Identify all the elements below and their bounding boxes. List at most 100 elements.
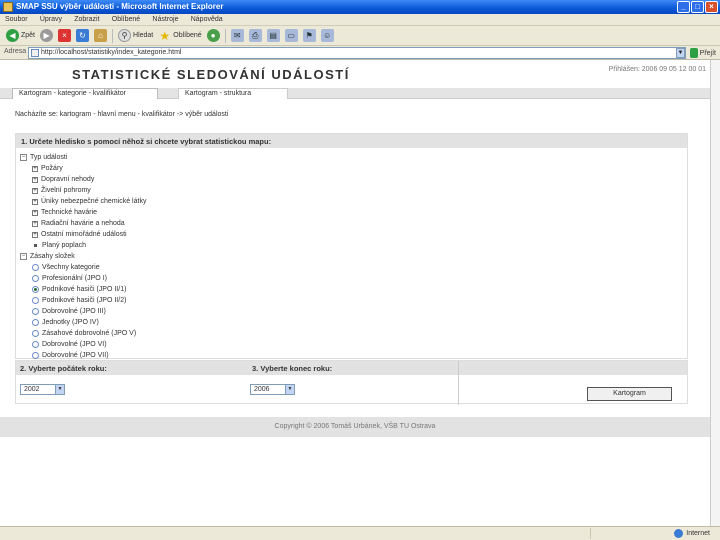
home-button[interactable]: ⌂ <box>94 29 108 42</box>
menu-help[interactable]: Nápověda <box>186 15 228 24</box>
stop-button[interactable]: × <box>58 29 72 42</box>
expand-icon[interactable]: + <box>32 176 38 183</box>
radio-button[interactable] <box>32 352 39 359</box>
close-button[interactable]: × <box>705 1 718 13</box>
refresh-icon: ↻ <box>76 29 90 42</box>
expand-icon[interactable]: + <box>32 187 38 194</box>
tree-item-label: Požáry <box>41 165 63 172</box>
radio-option[interactable]: Dobrovolné (JPO VI) <box>20 339 687 350</box>
radio-option[interactable]: Dobrovolné (JPO III) <box>20 306 687 317</box>
forward-button[interactable]: ▶ <box>40 29 54 42</box>
address-dropdown[interactable]: ▼ <box>676 48 685 58</box>
chevron-down-icon[interactable]: ▼ <box>55 385 64 394</box>
end-year-column: 3. Vyberte konec roku: 2006 ▼ <box>248 361 458 405</box>
radio-button[interactable] <box>32 319 39 326</box>
toolbar: ◀ Zpět ▶ × ↻ ⌂ ⚲ Hledat ★ Oblíbené ● ✉ ⎙… <box>0 26 720 46</box>
printer-icon: ⎙ <box>248 29 262 42</box>
page-icon <box>31 49 39 57</box>
radio-label: Jednotky (JPO IV) <box>42 319 99 326</box>
radio-option[interactable]: Zásahové dobrovolné (JPO V) <box>20 328 687 339</box>
minimize-button[interactable]: _ <box>677 1 690 13</box>
expand-icon[interactable]: + <box>32 165 38 172</box>
search-button[interactable]: ⚲ Hledat <box>118 29 153 42</box>
favorites-button[interactable]: ★ Oblíbené <box>158 28 201 43</box>
vertical-scrollbar[interactable] <box>710 60 720 526</box>
folder-button[interactable]: ▭ <box>284 29 298 42</box>
radio-button[interactable] <box>32 308 39 315</box>
star-icon: ★ <box>159 28 171 43</box>
selection-panel: 1. Určete hledisko s pomocí něhož si chc… <box>15 133 688 359</box>
menu-tools[interactable]: Nástroje <box>147 15 183 24</box>
radio-button-selected[interactable] <box>32 286 39 293</box>
radio-button[interactable] <box>32 297 39 304</box>
end-year-select[interactable]: 2006 ▼ <box>250 384 295 395</box>
menu-file[interactable]: Soubor <box>0 15 33 24</box>
radio-label: Zásahové dobrovolné (JPO V) <box>42 330 137 337</box>
expand-icon[interactable]: + <box>32 209 38 216</box>
edit-button[interactable]: ▤ <box>266 29 280 42</box>
tree-item[interactable]: + Technické havárie <box>20 207 687 218</box>
radio-button[interactable] <box>32 275 39 282</box>
tree-item[interactable]: + Dopravní nehody <box>20 174 687 185</box>
tree-item-label: Dopravní nehody <box>41 176 95 183</box>
chevron-down-icon[interactable]: ▼ <box>285 385 294 394</box>
research-button[interactable]: ⚑ <box>302 29 316 42</box>
expand-icon[interactable]: + <box>32 220 38 227</box>
maximize-button[interactable]: □ <box>691 1 704 13</box>
tree-item-label: Technické havárie <box>41 209 98 216</box>
tree-item[interactable]: + Ostatní mimořádné události <box>20 229 687 240</box>
radio-button[interactable] <box>32 264 39 271</box>
messenger-button[interactable]: ☺ <box>320 29 334 42</box>
tab-bar: Kartogram - kategorie - kvalifikátor Kar… <box>0 88 710 99</box>
menu-edit[interactable]: Úpravy <box>35 15 67 24</box>
radio-option[interactable]: Jednotky (JPO IV) <box>20 317 687 328</box>
collapse-icon[interactable]: − <box>20 154 27 161</box>
address-input[interactable]: http://localhost/statistiky/index_katego… <box>28 47 686 59</box>
status-bar: Internet <box>0 526 720 540</box>
mail-button[interactable]: ✉ <box>230 29 244 42</box>
tree-group-units[interactable]: − Zásahy složek <box>20 251 687 262</box>
tab-kartogram-kategorie[interactable]: Kartogram - kategorie - kvalifikátor <box>12 88 158 99</box>
globe-icon <box>674 529 684 538</box>
start-year-title: 2. Vyberte počátek roku: <box>16 361 248 375</box>
end-year-title: 3. Vyberte konec roku: <box>248 361 458 375</box>
go-arrow-icon <box>690 48 698 58</box>
tree-item[interactable]: Planý poplach <box>20 240 687 251</box>
breadcrumb: Nacházíte se: kartogram - hlavní menu - … <box>15 111 229 118</box>
collapse-icon[interactable]: − <box>20 253 27 260</box>
toolbar-separator <box>224 28 226 43</box>
start-year-select[interactable]: 2002 ▼ <box>20 384 65 395</box>
print-button[interactable]: ⎙ <box>248 29 262 42</box>
tab-kartogram-struktura[interactable]: Kartogram - struktura <box>178 88 288 99</box>
expand-icon[interactable]: + <box>32 198 38 205</box>
tree-group-event-type[interactable]: − Typ události <box>20 152 687 163</box>
tree-item-label: Živelní pohromy <box>41 187 91 194</box>
expand-icon[interactable]: + <box>32 231 38 238</box>
radio-option[interactable]: Podnikové hasiči (JPO II/1) <box>20 284 687 295</box>
menu-view[interactable]: Zobrazit <box>69 15 104 24</box>
tree-group-label: Zásahy složek <box>30 253 75 260</box>
window-controls: _ □ × <box>677 1 718 13</box>
window-titlebar: SMAP SSU výběr události - Microsoft Inte… <box>0 0 720 14</box>
media-button[interactable]: ● <box>206 29 220 42</box>
tree-item[interactable]: + Živelní pohromy <box>20 185 687 196</box>
go-button[interactable]: Přejít <box>690 47 716 59</box>
home-icon: ⌂ <box>94 29 108 42</box>
panel-title: 1. Určete hledisko s pomocí něhož si chc… <box>16 134 687 148</box>
radio-button[interactable] <box>32 341 39 348</box>
address-bar: Adresa http://localhost/statistiky/index… <box>0 46 720 60</box>
tree-item-label: Planý poplach <box>42 242 86 249</box>
refresh-button[interactable]: ↻ <box>76 29 90 42</box>
folder-icon: ▭ <box>284 29 298 42</box>
radio-button[interactable] <box>32 330 39 337</box>
tree-item[interactable]: + Úniky nebezpečné chemické látky <box>20 196 687 207</box>
menu-favorites[interactable]: Oblíbené <box>107 15 145 24</box>
page-content: STATISTICKÉ SLEDOVÁNÍ UDÁLOSTÍ Přihlášen… <box>0 60 720 526</box>
kartogram-button[interactable]: Kartogram <box>587 387 672 401</box>
radio-option[interactable]: Všechny kategorie <box>20 262 687 273</box>
tree-item[interactable]: + Požáry <box>20 163 687 174</box>
radio-option[interactable]: Profesionální (JPO I) <box>20 273 687 284</box>
tree-item[interactable]: + Radiační havárie a nehoda <box>20 218 687 229</box>
back-button[interactable]: ◀ Zpět <box>6 29 35 42</box>
radio-option[interactable]: Podnikové hasiči (JPO II/2) <box>20 295 687 306</box>
